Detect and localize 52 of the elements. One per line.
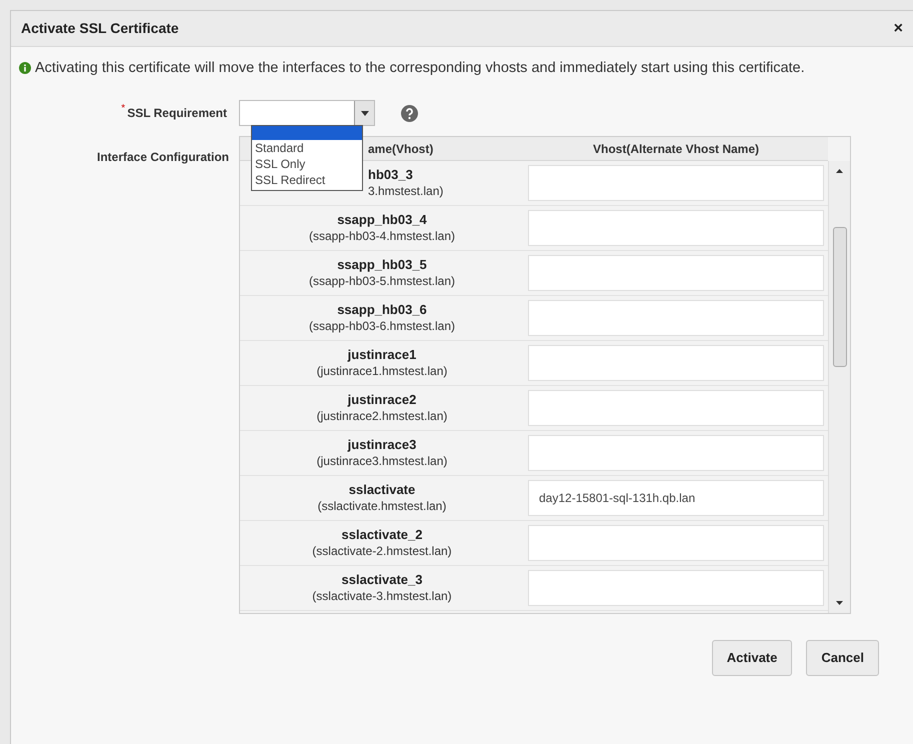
scroll-thumb[interactable]: [832, 227, 846, 367]
column-header: Vhost(Alternate Vhost Name): [592, 142, 760, 156]
required-mark: *: [121, 104, 126, 114]
interface-name: justinrace2: [348, 392, 416, 408]
vhost-input[interactable]: [528, 165, 824, 201]
ssl-requirement-select[interactable]: [239, 100, 375, 126]
field-label: SSL Requirement: [127, 105, 227, 122]
caret-icon: [360, 110, 368, 116]
dialog-title: Activate SSL Certificate: [21, 19, 179, 38]
activate-button[interactable]: Activate: [712, 640, 792, 676]
info-icon: [19, 62, 31, 74]
interface-name: sslactivate_2: [342, 527, 422, 543]
interface-host: (justinrace3.hmstest.lan): [316, 453, 448, 469]
vhost-input[interactable]: [528, 300, 824, 336]
interface-name: ssapp_hb03_5: [337, 257, 427, 273]
interface-host: 3.hmstest.lan): [368, 183, 444, 199]
vhost-input[interactable]: [528, 255, 824, 291]
column-header: ame(Vhost): [368, 142, 434, 156]
scrollbar[interactable]: [828, 161, 850, 613]
vhost-input[interactable]: [528, 570, 824, 606]
vhost-input[interactable]: day12-15801-sql-131h.qb.lan: [528, 480, 824, 516]
vhost-input[interactable]: [528, 210, 824, 246]
scroll-down-icon[interactable]: [836, 601, 843, 605]
interface-name: ssapp_hb03_6: [337, 302, 427, 318]
close-button[interactable]: ×: [894, 20, 903, 36]
interface-name: sslactivate_3: [342, 572, 422, 588]
interface-host: (sslactivate.hmstest.lan): [318, 498, 446, 514]
interface-host: (sslactivate-2.hmstest.lan): [312, 543, 452, 559]
interface-host: (sslactivate-3.hmstest.lan): [312, 588, 452, 604]
vhost-input[interactable]: [528, 390, 824, 426]
dropdown-option[interactable]: Standard: [252, 140, 362, 156]
interface-host: (justinrace1.hmstest.lan): [316, 363, 448, 379]
info-message: Activating this certificate will move the interfaces to the corresponding vhosts and immediately start using this certificate.: [35, 59, 805, 78]
vhost-input[interactable]: [528, 345, 824, 381]
interface-host: (ssapp-hb03-4.hmstest.lan): [308, 228, 456, 244]
dropdown-option[interactable]: SSL Only: [252, 156, 362, 172]
interface-name: justinrace3: [348, 437, 416, 453]
vhost-input[interactable]: [528, 525, 824, 561]
dropdown-option[interactable]: SSL Redirect: [252, 172, 362, 188]
scroll-up-icon[interactable]: [836, 169, 843, 173]
help-icon[interactable]: [401, 104, 418, 122]
interface-name: sslactivate: [348, 482, 416, 498]
vhost-input[interactable]: [528, 435, 824, 471]
interface-host: (justinrace2.hmstest.lan): [316, 408, 448, 424]
interface-host: (ssapp-hb03-6.hmstest.lan): [308, 318, 456, 334]
field-label: Interface Configuration: [96, 149, 230, 166]
interface-name: ssapp_hb03_4: [337, 212, 427, 228]
interface-name: justinrace1: [348, 347, 416, 363]
dropdown-button[interactable]: [354, 101, 374, 125]
cancel-button[interactable]: Cancel: [806, 640, 879, 676]
interface-name: hb03_3: [368, 167, 413, 183]
interface-host: (ssapp-hb03-5.hmstest.lan): [308, 273, 456, 289]
